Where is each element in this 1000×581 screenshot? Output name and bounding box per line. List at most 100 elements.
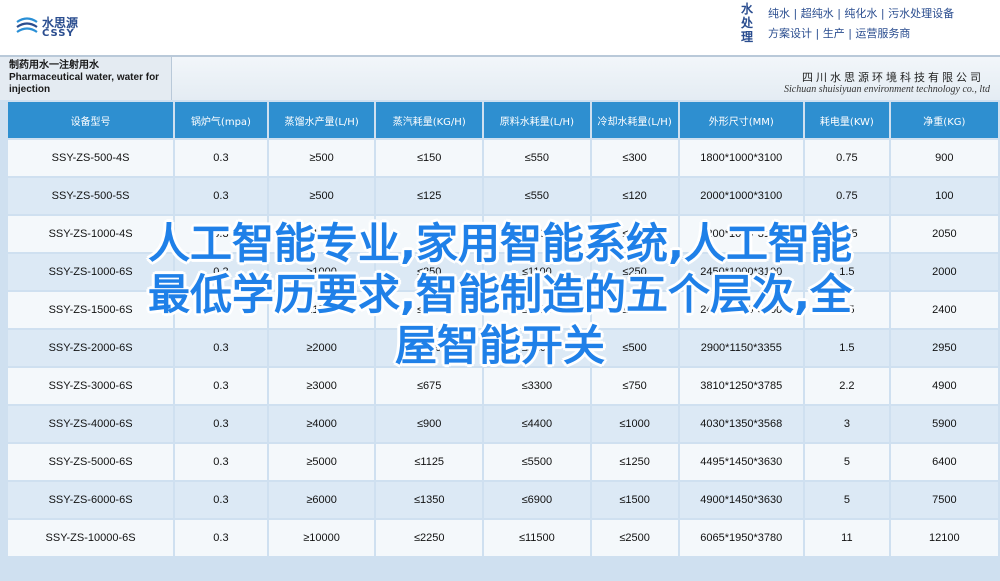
cell-output: ≥4000 [268,406,375,442]
cell-weight: 4900 [890,368,998,404]
cell-dimensions: 4030*1350*3568 [679,406,804,442]
cell-model: SSY-ZS-10000-6S [8,520,174,556]
cell-power: 11 [805,520,889,556]
cell-output: ≥3000 [268,368,375,404]
cell-output: ≥500 [268,178,375,214]
cell-cooling: ≤300 [591,140,678,176]
header-distilled-output: 蒸馏水产量(L/H) [268,102,375,138]
cell-pressure: 0.3 [175,444,267,480]
cell-weight: 12100 [890,520,998,556]
header-power: 耗电量(KW) [805,102,889,138]
cell-weight: 6400 [890,444,998,480]
cell-weight: 100 [890,178,998,214]
title-band: 制药用水一注射用水 Pharmaceutical water, water fo… [0,55,1000,100]
cell-power: 0.75 [805,140,889,176]
cell-steam: ≤1350 [376,482,483,518]
cell-steam: ≤900 [376,406,483,442]
brand-vertical-label: 水 处 理 [737,2,757,44]
cell-pressure: 0.3 [175,178,267,214]
cell-steam: ≤150 [376,140,483,176]
cell-model: SSY-ZS-6000-6S [8,482,174,518]
header-cooling-water: 冷却水耗量(L/H) [591,102,678,138]
cell-cooling: ≤1500 [591,482,678,518]
table-row: SSY-ZS-5000-6S 0.3 ≥5000 ≤1125 ≤5500 ≤1250 449… [8,444,998,480]
table-row: SSY-ZS-3000-6S 0.3 ≥3000 ≤675 ≤3300 ≤750 3810*… [8,368,998,404]
cell-cooling: ≤750 [591,368,678,404]
cell-power: 5 [805,482,889,518]
cell-output: ≥5000 [268,444,375,480]
service-line: 纯水 | 超纯水 | 纯化水 | 污水处理设备 [768,7,955,20]
cell-steam: ≤675 [376,368,483,404]
cell-power: 2.2 [805,368,889,404]
overlay-line: 最低学历要求,智能制造的五个层次,全 [148,270,852,319]
brand-char: 处 [740,16,753,30]
header-model: 设备型号 [8,102,174,138]
cell-pressure: 0.3 [175,482,267,518]
cell-model: SSY-ZS-3000-6S [8,368,174,404]
cell-pressure: 0.3 [175,140,267,176]
cell-pressure: 0.3 [175,406,267,442]
header-feed-water: 原料水耗量(L/H) [484,102,590,138]
header-boiler-pressure: 锅炉气(mpa) [175,102,267,138]
cell-weight: 900 [890,140,998,176]
cell-pressure: 0.3 [175,368,267,404]
cell-feed: ≤11500 [484,520,590,556]
cell-cooling: ≤1000 [591,406,678,442]
brand-char: 理 [740,30,753,44]
table-row: SSY-ZS-500-4S 0.3 ≥500 ≤150 ≤550 ≤300 1800*100… [8,140,998,176]
product-title-cn: 制药用水一注射用水 [9,60,99,71]
company-name-cn: 四川水思源环境科技有限公司 [802,71,984,84]
cell-feed: ≤6900 [484,482,590,518]
header-net-weight: 净重(KG) [890,102,998,138]
table-header-row: 设备型号 锅炉气(mpa) 蒸馏水产量(L/H) 蒸汽耗量(KG/H) 原料水耗… [8,102,998,138]
cell-dimensions: 6065*1950*3780 [679,520,804,556]
cell-steam: ≤2250 [376,520,483,556]
cell-feed: ≤4400 [484,406,590,442]
product-title: 制药用水一注射用水 Pharmaceutical water, water fo… [0,57,172,100]
product-title-en: Pharmaceutical water, water for [9,72,160,83]
header-dimensions: 外形尺寸(MM) [679,102,804,138]
cell-model: SSY-ZS-5000-6S [8,444,174,480]
table-row: SSY-ZS-4000-6S 0.3 ≥4000 ≤900 ≤4400 ≤1000 4030… [8,406,998,442]
cell-pressure: 0.3 [175,520,267,556]
cell-steam: ≤125 [376,178,483,214]
table-row: SSY-ZS-6000-6S 0.3 ≥6000 ≤1350 ≤6900 ≤1500 490… [8,482,998,518]
cell-feed: ≤3300 [484,368,590,404]
cell-output: ≥500 [268,140,375,176]
overlay-line: 屋智能开关 [394,321,605,370]
cell-dimensions: 4900*1450*3630 [679,482,804,518]
cell-weight: 7500 [890,482,998,518]
brand-char: 水 [740,2,753,16]
company-name-en: Sichuan shuisiyuan environment technolog… [784,84,990,95]
water-drop-logo-icon [16,17,38,33]
cell-feed: ≤550 [484,140,590,176]
table-row: SSY-ZS-10000-6S 0.3 ≥10000 ≤2250 ≤11500 ≤2500… [8,520,998,556]
cell-weight: 5900 [890,406,998,442]
cell-cooling: ≤120 [591,178,678,214]
cell-power: 3 [805,406,889,442]
overlay-line: 人工智能专业,家用智能系统,人工智能 [148,219,852,268]
cell-cooling: ≤1250 [591,444,678,480]
cell-power: 5 [805,444,889,480]
cell-dimensions: 3810*1250*3785 [679,368,804,404]
cell-power: 0.75 [805,178,889,214]
table-row: SSY-ZS-500-5S 0.3 ≥500 ≤125 ≤550 ≤120 2000*100… [8,178,998,214]
cell-dimensions: 4495*1450*3630 [679,444,804,480]
cell-feed: ≤5500 [484,444,590,480]
cell-cooling: ≤2500 [591,520,678,556]
overlay-headline: 人工智能专业,家用智能系统,人工智能 最低学历要求,智能制造的五个层次,全 屋智… [0,218,1000,371]
cell-output: ≥6000 [268,482,375,518]
cell-model: SSY-ZS-500-4S [8,140,174,176]
cell-dimensions: 1800*1000*3100 [679,140,804,176]
header-steam-consumption: 蒸汽耗量(KG/H) [376,102,483,138]
service-list: 纯水 | 超纯水 | 纯化水 | 污水处理设备 方案设计 | 生产 | 运营服务… [768,4,954,44]
cell-dimensions: 2000*1000*3100 [679,178,804,214]
logo-english-name: CSSY [42,28,75,39]
cell-model: SSY-ZS-500-5S [8,178,174,214]
cell-steam: ≤1125 [376,444,483,480]
cell-feed: ≤550 [484,178,590,214]
service-line: 方案设计 | 生产 | 运营服务商 [768,27,911,40]
cell-model: SSY-ZS-4000-6S [8,406,174,442]
company-logo[interactable]: 水思源 CSSY [14,12,94,46]
top-header: 水思源 CSSY 水 处 理 纯水 | 超纯水 | 纯化水 | 污水处理设备 方… [0,0,1000,55]
